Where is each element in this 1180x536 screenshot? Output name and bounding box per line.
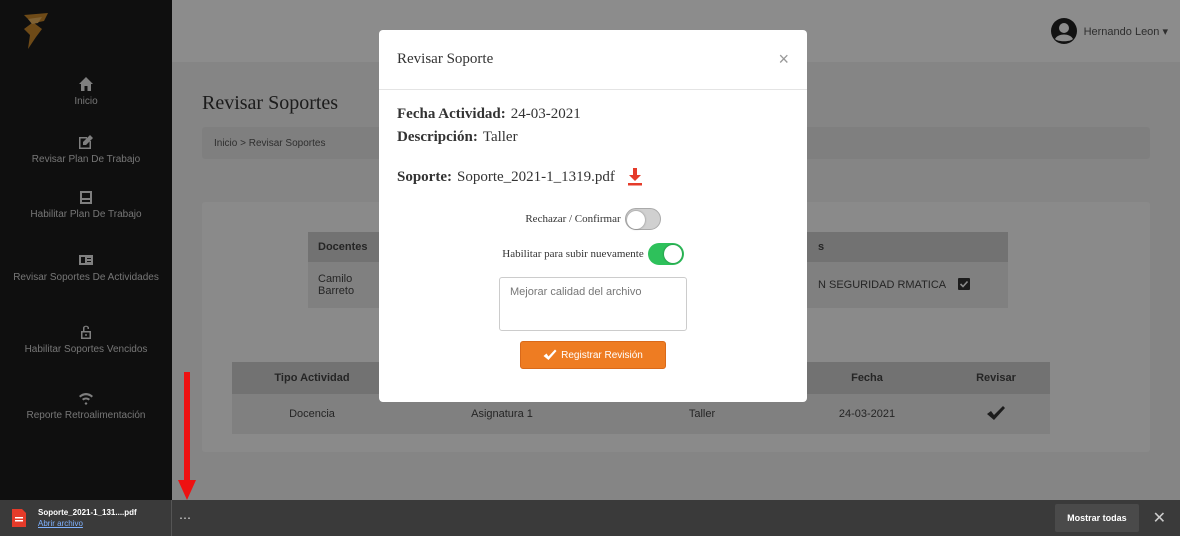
toggle-label: Habilitar para subir nuevamente: [502, 248, 644, 260]
close-button[interactable]: ×: [778, 49, 789, 70]
observation-textarea[interactable]: Mejorar calidad del archivo: [499, 277, 687, 331]
rechazar-confirmar-row: Rechazar / Confirmar: [397, 208, 789, 230]
fecha-value: 24-03-2021: [510, 106, 581, 122]
descripcion-line: Descripción: Taller: [397, 129, 789, 146]
download-item[interactable]: Soporte_2021-1_131....pdf Abrir archivo: [0, 500, 172, 536]
fecha-line: Fecha Actividad: 24-03-2021: [397, 106, 789, 123]
close-download-bar-icon[interactable]: ✕: [1153, 508, 1166, 528]
modal-header: Revisar Soporte ×: [379, 30, 807, 90]
fecha-label: Fecha Actividad:: [397, 106, 506, 122]
toggle-knob: [626, 211, 645, 229]
pdf-file-icon: [12, 509, 26, 527]
register-review-label: Registrar Revisión: [561, 349, 643, 361]
download-bar: Soporte_2021-1_131....pdf Abrir archivo …: [0, 500, 1180, 536]
modal-title: Revisar Soporte: [397, 51, 494, 67]
rechazar-confirmar-toggle[interactable]: [624, 208, 661, 230]
descripcion-label: Descripción:: [397, 129, 478, 145]
red-arrow-annotation: [178, 372, 196, 500]
show-all-button[interactable]: Mostrar todas: [1055, 504, 1139, 532]
soporte-label: Soporte:: [397, 168, 452, 185]
download-icon[interactable]: [627, 168, 643, 186]
habilitar-row: Habilitar para subir nuevamente: [397, 243, 789, 265]
register-review-button[interactable]: Registrar Revisión: [520, 341, 666, 369]
soporte-filename: Soporte_2021-1_1319.pdf: [457, 168, 615, 185]
habilitar-toggle[interactable]: [647, 243, 684, 265]
open-file-link[interactable]: Abrir archivo: [38, 518, 137, 529]
download-text: Soporte_2021-1_131....pdf Abrir archivo: [38, 507, 137, 529]
download-filename: Soporte_2021-1_131....pdf: [38, 508, 137, 517]
toggle-knob: [663, 245, 682, 263]
checkmark-icon: [543, 349, 557, 360]
descripcion-value: Taller: [482, 129, 518, 145]
more-options-icon[interactable]: ⋯: [174, 511, 196, 525]
modal-body: Fecha Actividad: 24-03-2021 Descripción:…: [379, 90, 807, 369]
review-modal: Revisar Soporte × Fecha Actividad: 24-03…: [379, 30, 807, 402]
soporte-line: Soporte: Soporte_2021-1_1319.pdf: [397, 168, 789, 186]
toggle-label: Rechazar / Confirmar: [525, 213, 621, 225]
